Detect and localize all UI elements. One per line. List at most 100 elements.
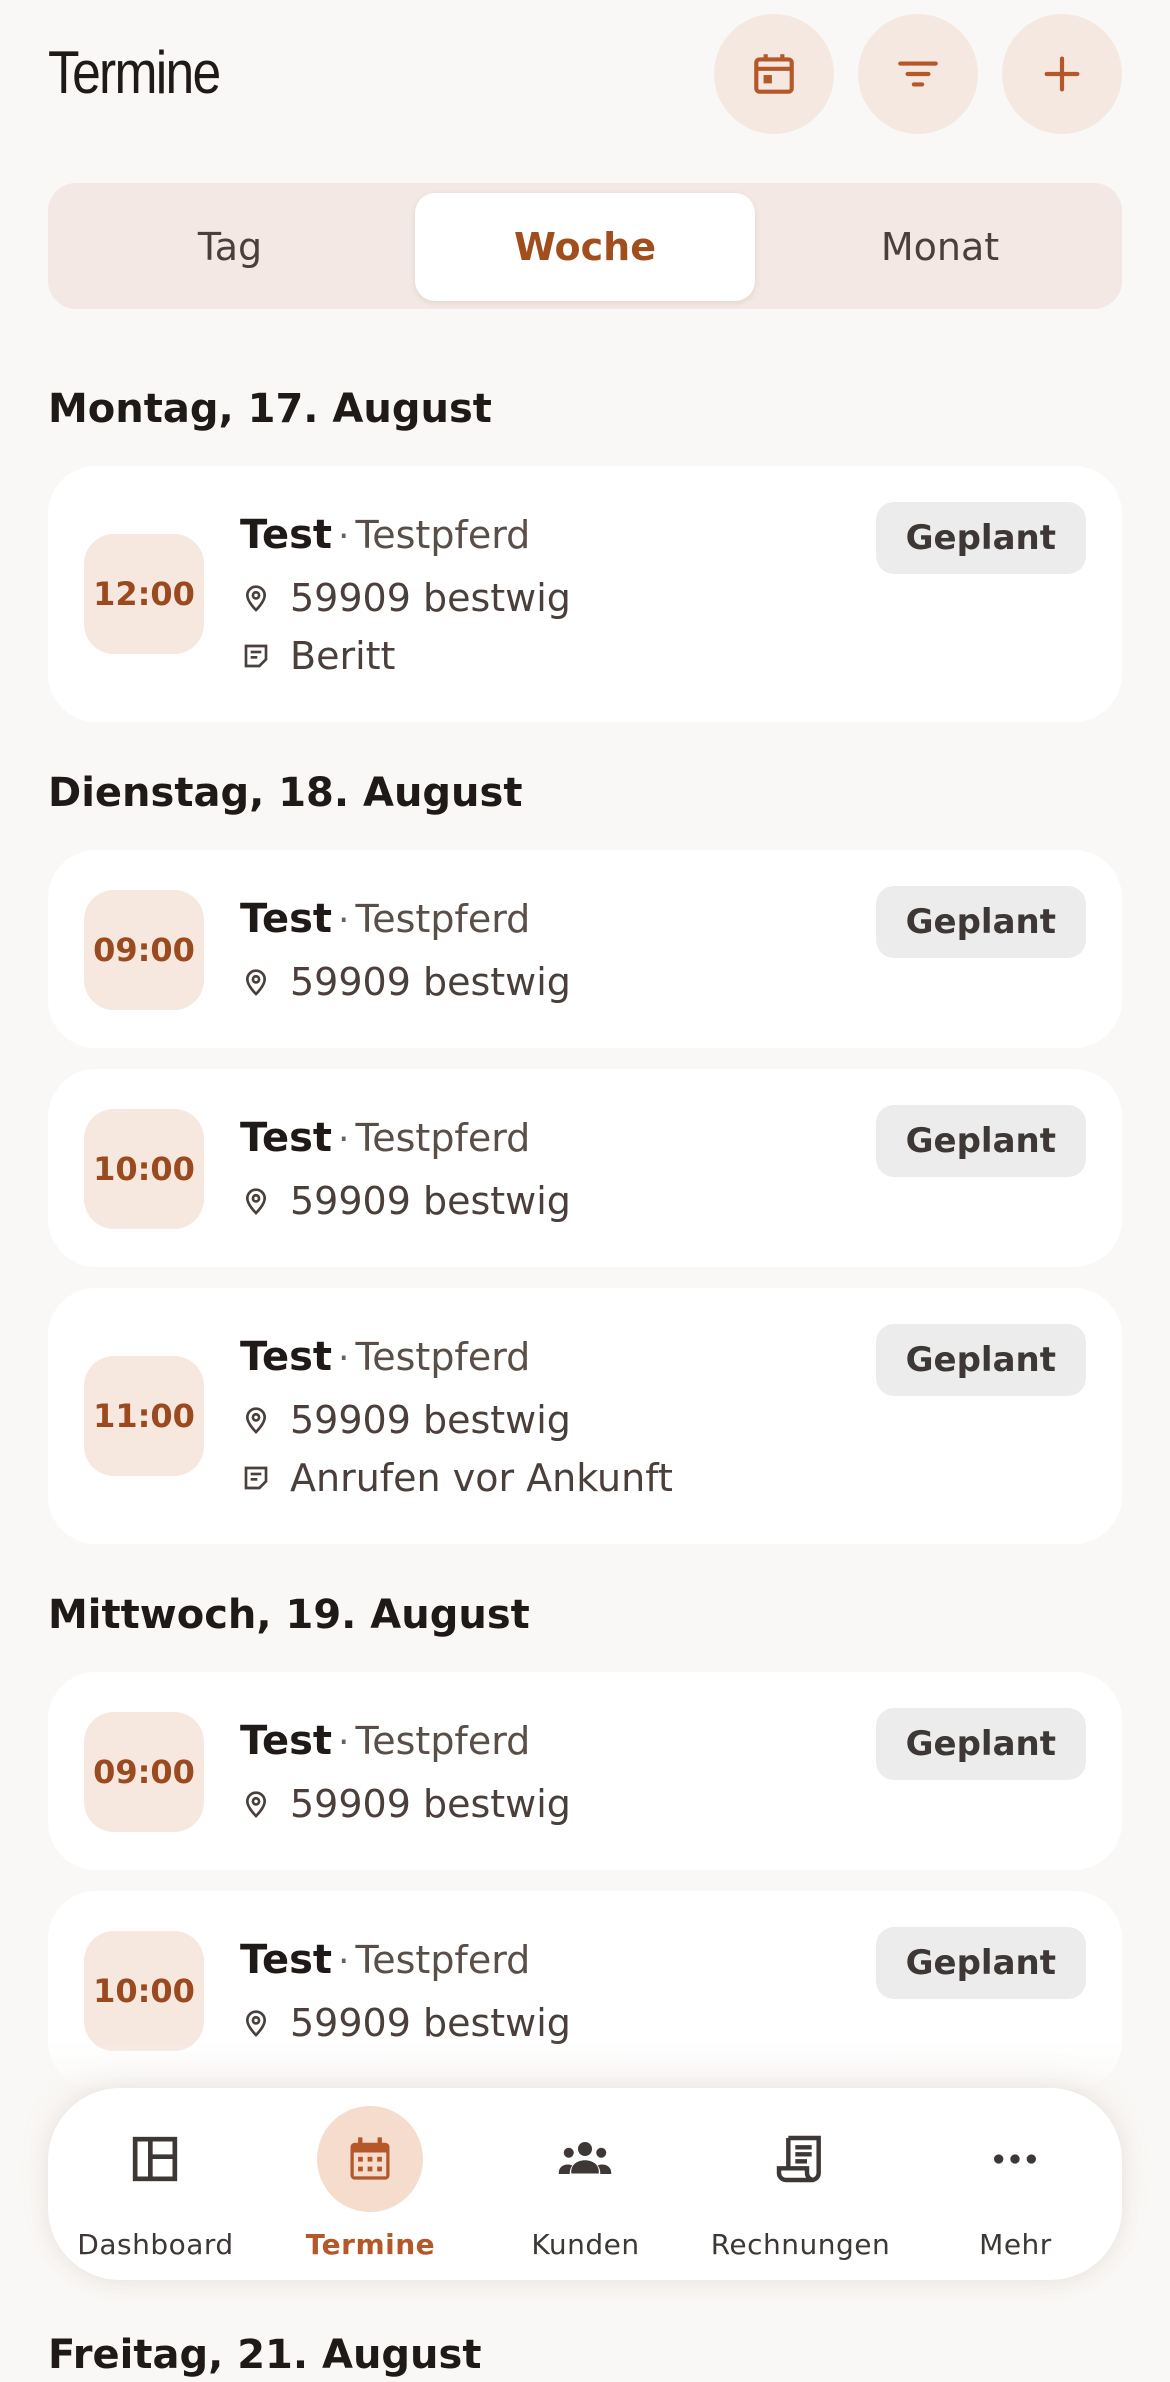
day-header: Mittwoch, 19. August (48, 1592, 530, 1638)
appointment-card[interactable]: 10:00 Test · Testpferd Geplant 59909 bestw… (48, 1069, 1122, 1267)
location-text: 59909 bestwig (290, 960, 571, 1004)
nav-label: Rechnungen (710, 2228, 891, 2261)
location-text: 59909 bestwig (290, 1398, 571, 1442)
horse-name: Testpferd (355, 1116, 531, 1160)
appointment-card[interactable]: 12:00 Test · Testpferd Geplant 59909 bestw… (48, 466, 1122, 722)
day-header: Montag, 17. August (48, 386, 492, 432)
client-name: Test (240, 512, 333, 558)
nav-label: Kunden (531, 2228, 640, 2261)
nav-label: Mehr (979, 2228, 1052, 2261)
day-header: Freitag, 21. August (48, 2332, 482, 2378)
appointment-card[interactable]: 09:00 Test · Testpferd Geplant 59909 bestw… (48, 850, 1122, 1048)
horse-name: Testpferd (355, 1719, 531, 1763)
location-line: 59909 bestwig (240, 960, 571, 1004)
note-text: Beritt (290, 634, 396, 678)
bottom-navigation: Dashboard Termine Kunden Rechnungen Mehr (48, 2088, 1122, 2280)
calendar-icon (754, 54, 794, 94)
nav-label: Dashboard (77, 2228, 234, 2261)
status-badge: Geplant (875, 1708, 1086, 1780)
title-separator: · (338, 1338, 350, 1379)
time-badge: 10:00 (84, 1109, 204, 1229)
title-separator: · (338, 1119, 350, 1160)
dashboard-icon (132, 2136, 178, 2182)
plus-icon (1044, 56, 1080, 92)
nav-label: Termine (305, 2228, 436, 2261)
title-separator: · (338, 1722, 350, 1763)
horse-name: Testpferd (355, 1938, 531, 1982)
view-switcher: Tag Woche Monat (48, 183, 1122, 309)
location-text: 59909 bestwig (290, 2001, 571, 2045)
nav-icon-wrap (747, 2106, 853, 2212)
day-header: Dienstag, 18. August (48, 770, 523, 816)
location-pin-icon (245, 969, 267, 996)
time-badge: 12:00 (84, 534, 204, 654)
horse-name: Testpferd (355, 897, 531, 941)
time-badge: 09:00 (84, 1712, 204, 1832)
nav-icon-wrap (532, 2106, 638, 2212)
status-badge: Geplant (875, 886, 1086, 958)
location-pin-icon (245, 1791, 267, 1818)
tab-month[interactable]: Monat (770, 193, 1110, 301)
location-line: 59909 bestwig (240, 576, 571, 620)
nav-item-rechnungen[interactable]: Rechnungen (693, 2088, 908, 2280)
title-separator: · (338, 516, 350, 557)
receipt-icon (776, 2135, 821, 2183)
more-icon (994, 2154, 1036, 2164)
nav-item-termine[interactable]: Termine (263, 2088, 478, 2280)
status-badge: Geplant (875, 502, 1086, 574)
appointment-title: Test · Testpferd (240, 1718, 530, 1764)
nav-icon-wrap (962, 2106, 1068, 2212)
note-text: Anrufen vor Ankunft (290, 1456, 673, 1500)
location-line: 59909 bestwig (240, 1398, 571, 1442)
location-pin-icon (245, 1188, 267, 1215)
location-text: 59909 bestwig (290, 1782, 571, 1826)
nav-icon-wrap (102, 2106, 208, 2212)
time-badge: 11:00 (84, 1356, 204, 1476)
people-icon (558, 2142, 612, 2174)
location-pin-icon (245, 2010, 267, 2037)
tab-week[interactable]: Woche (415, 193, 755, 301)
time-badge: 10:00 (84, 1931, 204, 2051)
page-title: Termine (48, 39, 221, 106)
location-line: 59909 bestwig (240, 2001, 571, 2045)
appointment-title: Test · Testpferd (240, 1334, 530, 1380)
note-line: Anrufen vor Ankunft (240, 1456, 673, 1500)
nav-icon-wrap (317, 2106, 423, 2212)
nav-item-mehr[interactable]: Mehr (908, 2088, 1123, 2280)
app-header: Termine (0, 0, 1170, 150)
client-name: Test (240, 1115, 333, 1161)
calendar-button[interactable] (714, 14, 834, 134)
appointment-title: Test · Testpferd (240, 1937, 530, 1983)
location-pin-icon (245, 1407, 267, 1434)
appointment-card[interactable]: 11:00 Test · Testpferd Geplant 59909 bestw… (48, 1288, 1122, 1544)
horse-name: Testpferd (355, 513, 531, 557)
appointment-title: Test · Testpferd (240, 1115, 530, 1161)
nav-item-dashboard[interactable]: Dashboard (48, 2088, 263, 2280)
title-separator: · (338, 900, 350, 941)
horse-name: Testpferd (355, 1335, 531, 1379)
filter-button[interactable] (858, 14, 978, 134)
location-line: 59909 bestwig (240, 1179, 571, 1223)
location-text: 59909 bestwig (290, 1179, 571, 1223)
add-appointment-button[interactable] (1002, 14, 1122, 134)
status-badge: Geplant (875, 1105, 1086, 1177)
appointment-card[interactable]: 09:00 Test · Testpferd Geplant 59909 bestw… (48, 1672, 1122, 1870)
appointment-title: Test · Testpferd (240, 512, 530, 558)
tab-day[interactable]: Tag (60, 193, 400, 301)
location-line: 59909 bestwig (240, 1782, 571, 1826)
calendar-icon (350, 2137, 390, 2180)
client-name: Test (240, 1718, 333, 1764)
note-line: Beritt (240, 634, 395, 678)
appointment-title: Test · Testpferd (240, 896, 530, 942)
client-name: Test (240, 1334, 333, 1380)
location-pin-icon (245, 585, 267, 612)
note-icon (244, 1466, 268, 1490)
status-badge: Geplant (875, 1927, 1086, 1999)
client-name: Test (240, 1937, 333, 1983)
time-badge: 09:00 (84, 890, 204, 1010)
location-text: 59909 bestwig (290, 576, 571, 620)
note-icon (244, 644, 268, 668)
title-separator: · (338, 1941, 350, 1982)
filter-icon (898, 61, 938, 87)
nav-item-kunden[interactable]: Kunden (478, 2088, 693, 2280)
